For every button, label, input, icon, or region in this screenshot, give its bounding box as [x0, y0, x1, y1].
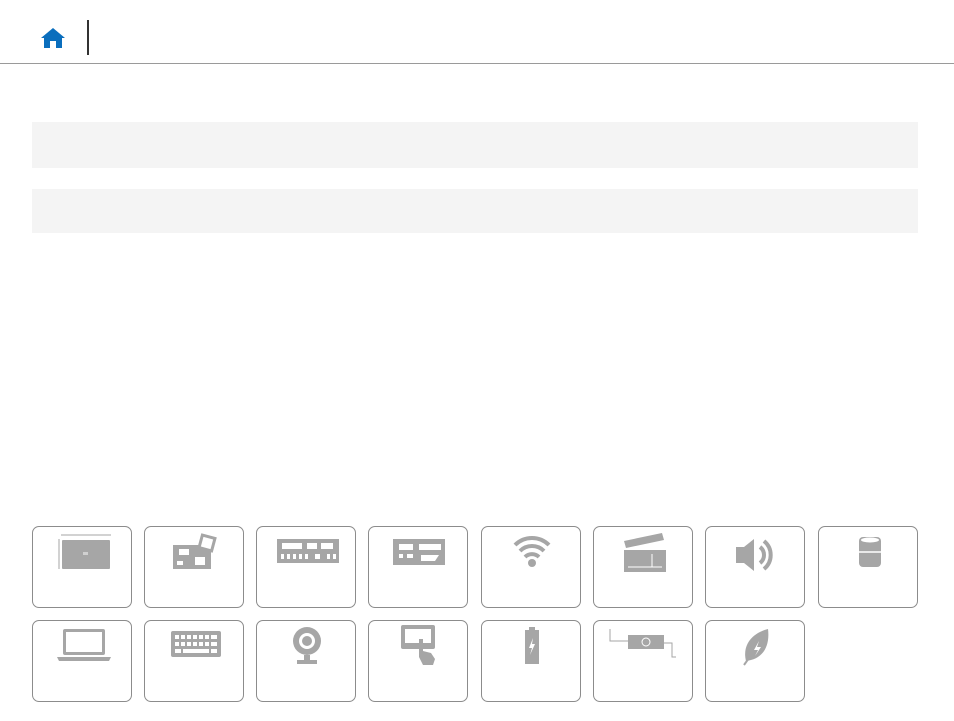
- tile-system-board[interactable]: [144, 526, 244, 608]
- tile-dimensions[interactable]: [32, 526, 132, 608]
- tile-power-adapter[interactable]: [593, 620, 693, 702]
- top-bar: [0, 0, 954, 64]
- tile-storage[interactable]: [818, 526, 918, 608]
- storage-icon: [859, 537, 881, 567]
- tile-ports[interactable]: [256, 526, 356, 608]
- info-panel-2: [32, 189, 918, 233]
- tile-keyboard[interactable]: [144, 620, 244, 702]
- tile-battery[interactable]: [481, 620, 581, 702]
- tile-card-reader[interactable]: [368, 526, 468, 608]
- system-board-icon: [173, 533, 217, 569]
- dimensions-icon: [58, 534, 111, 569]
- ports-icon: [277, 539, 339, 563]
- touchpad-icon: [401, 625, 435, 665]
- wifi-icon: [513, 535, 551, 567]
- info-panel-1: [32, 122, 918, 168]
- tile-video[interactable]: [593, 526, 693, 608]
- audio-speaker-icon: [736, 539, 773, 571]
- tile-audio[interactable]: [705, 526, 805, 608]
- laptop-display-icon: [57, 629, 111, 661]
- tile-touchpad[interactable]: [368, 620, 468, 702]
- home-icon[interactable]: [39, 26, 67, 50]
- webcam-icon: [293, 627, 321, 664]
- tile-display[interactable]: [32, 620, 132, 702]
- header-divider: [87, 20, 89, 55]
- video-clapperboard-icon: [624, 533, 666, 572]
- battery-icon: [525, 627, 539, 664]
- power-adapter-icon: [609, 629, 676, 658]
- tile-environmental[interactable]: [705, 620, 805, 702]
- tile-camera[interactable]: [256, 620, 356, 702]
- card-reader-icon: [393, 539, 445, 565]
- tile-wireless[interactable]: [481, 526, 581, 608]
- environmental-leaf-icon: [743, 629, 769, 666]
- keyboard-icon: [171, 631, 221, 657]
